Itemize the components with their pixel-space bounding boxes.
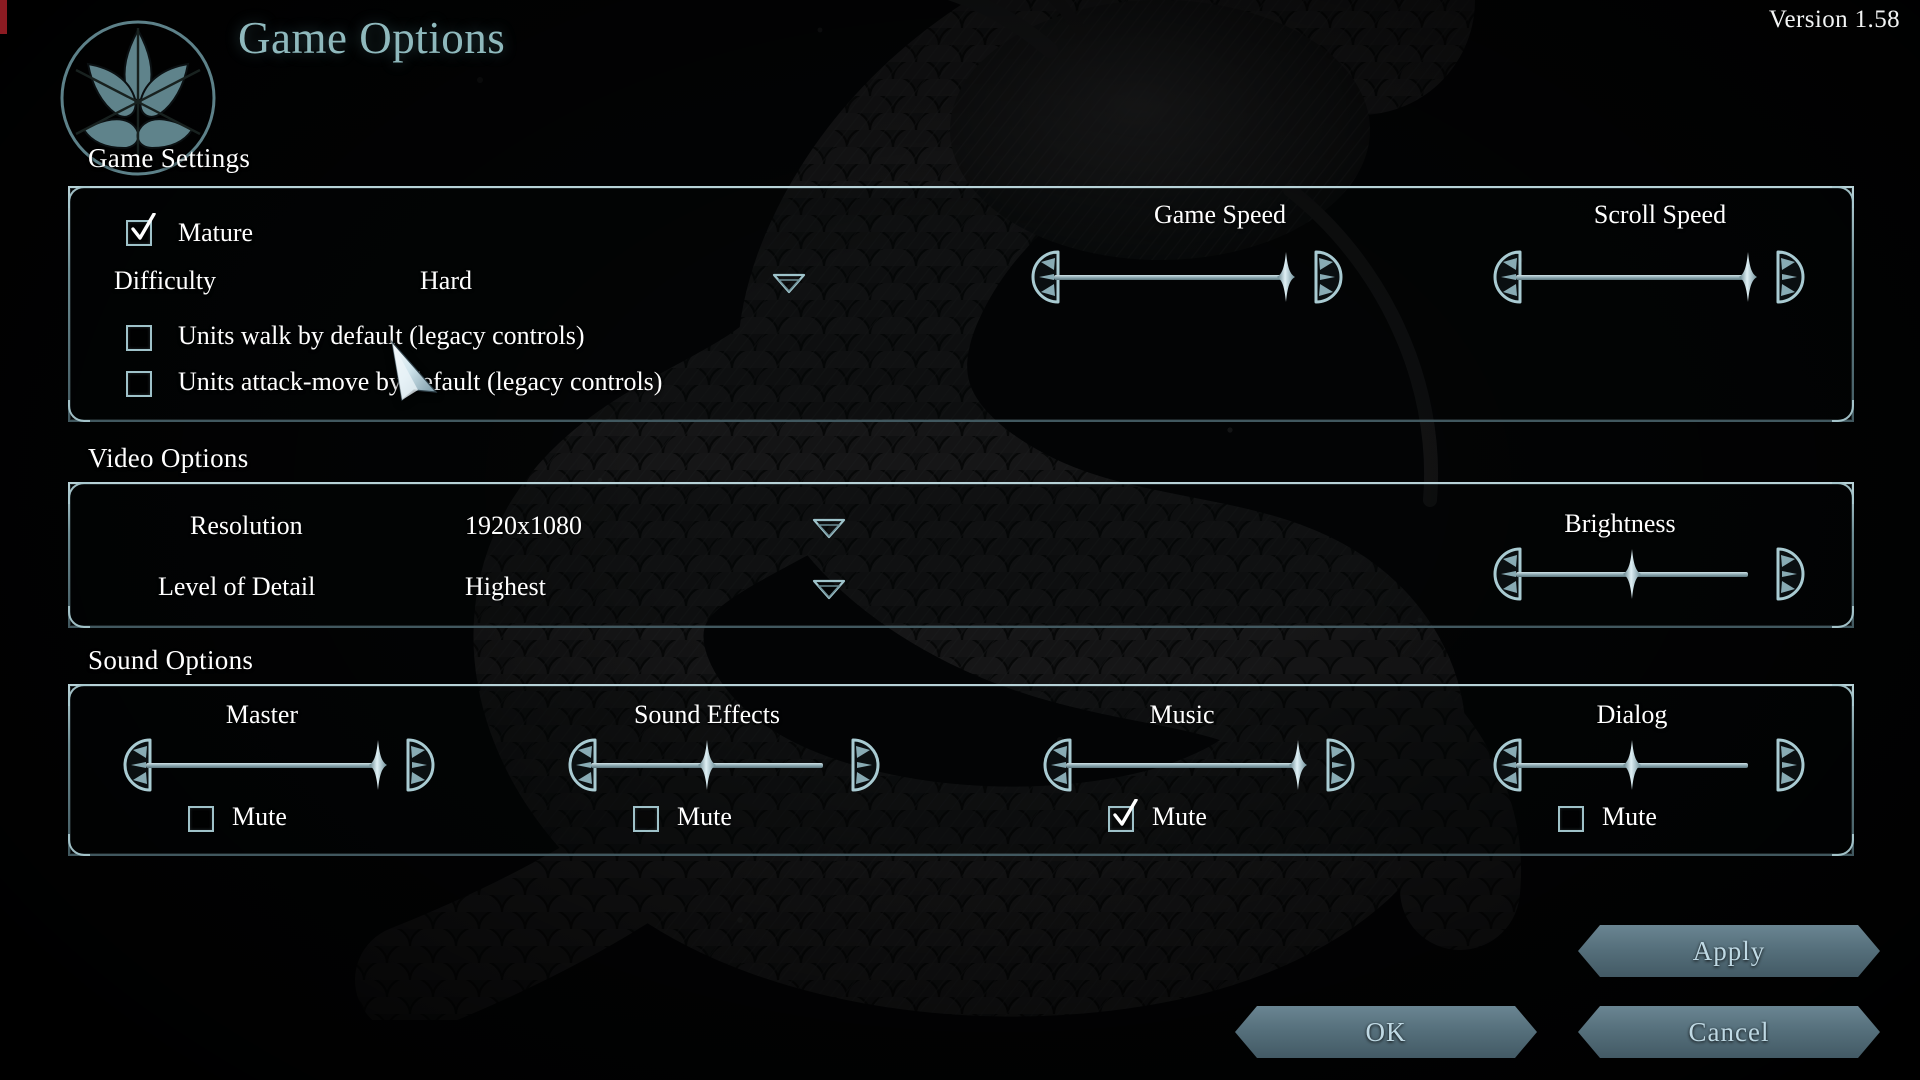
panel-corner [1832,606,1854,628]
mute-label: Mute [1602,802,1657,831]
difficulty-label: Difficulty [114,266,217,295]
panel-corner [68,482,90,504]
slider-right-cap[interactable] [1740,250,1805,304]
mute-checkbox[interactable] [188,806,214,832]
panel-corner [1832,482,1854,504]
sound-channel-label: Music [1149,700,1215,729]
ok-button-label: OK [1365,1016,1407,1047]
panel-corner [68,606,90,628]
game-speed-label: Game Speed [1153,200,1287,229]
slider-right-cap[interactable] [1740,547,1805,601]
apply-button[interactable]: Apply [1578,925,1880,977]
game-settings-panel: Mature Difficulty Hard Units walk by def… [68,186,1854,422]
panel-corner [68,186,90,208]
panel-corner [68,834,90,856]
panel-corner [68,400,90,422]
slider-right-cap[interactable] [1278,250,1343,304]
slider-thumb[interactable] [1623,549,1641,599]
slider-track[interactable] [1054,275,1286,280]
units-walk-checkbox[interactable] [126,325,152,351]
page-title: Game Options [238,13,506,63]
sound-options-heading: Sound Options [88,645,254,675]
panel-corner [1832,186,1854,208]
chevron-down-icon[interactable] [812,578,846,600]
slider-right-cap[interactable] [370,738,435,792]
slider-right-cap[interactable] [1290,738,1355,792]
mute-label: Mute [677,802,732,831]
mute-label: Mute [1152,802,1207,831]
panel-corner [1832,400,1854,422]
units-walk-label: Units walk by default (legacy controls) [178,321,585,350]
slider-right-cap[interactable] [815,738,880,792]
resolution-value[interactable]: 1920x1080 [465,511,582,541]
mute-checkbox[interactable] [1108,799,1138,832]
chevron-down-icon[interactable] [812,517,846,539]
level-of-detail-label: Level of Detail [158,572,316,601]
units-attack-move-checkbox[interactable] [126,371,152,397]
mute-checkbox[interactable] [633,806,659,832]
game-speed-slider-control[interactable] [1028,250,1343,304]
difficulty-value[interactable]: Hard [420,266,472,296]
game-options-screen: Game Options Version 1.58 Game Settings … [0,0,1920,1080]
check-icon [131,213,156,240]
mature-label: Mature [178,218,254,247]
brightness-slider-control[interactable] [1490,547,1805,601]
red-accent-sliver [0,0,7,34]
slider-thumb[interactable] [1623,740,1641,790]
brightness-label: Brightness [1564,509,1676,538]
cancel-button-label: Cancel [1688,1016,1770,1047]
ok-button[interactable]: OK [1235,1006,1537,1058]
apply-button-label: Apply [1692,935,1766,966]
sound-channel-slider[interactable] [1040,738,1355,792]
slider-track[interactable] [146,763,378,768]
chevron-down-icon[interactable] [772,272,806,294]
sound-channel-slider[interactable] [565,738,880,792]
game-settings-heading: Game Settings [88,143,251,173]
check-icon [1113,799,1138,826]
mature-checkbox[interactable] [126,213,156,246]
sound-channel-label: Sound Effects [633,700,781,729]
mute-checkbox[interactable] [1558,806,1584,832]
panel-corner [1832,834,1854,856]
sound-channel-label: Dialog [1596,700,1668,729]
units-attack-move-label: Units attack-move by default (legacy con… [178,367,663,396]
scroll-speed-label: Scroll Speed [1593,200,1727,229]
level-of-detail-value[interactable]: Highest [465,572,546,602]
sound-channel-label: Master [225,700,299,729]
mute-label: Mute [232,802,287,831]
cancel-button[interactable]: Cancel [1578,1006,1880,1058]
video-options-heading: Video Options [88,443,249,473]
sound-channel-slider[interactable] [120,738,435,792]
slider-track[interactable] [1516,275,1748,280]
panel-corner [68,684,90,706]
panel-corner [1832,684,1854,706]
slider-thumb[interactable] [698,740,716,790]
resolution-label: Resolution [190,511,303,540]
version-label: Version 1.58 [1768,6,1900,33]
scroll-speed-slider-control[interactable] [1490,250,1805,304]
slider-right-cap[interactable] [1740,738,1805,792]
slider-track[interactable] [1066,763,1298,768]
sound-channel-slider[interactable] [1490,738,1805,792]
